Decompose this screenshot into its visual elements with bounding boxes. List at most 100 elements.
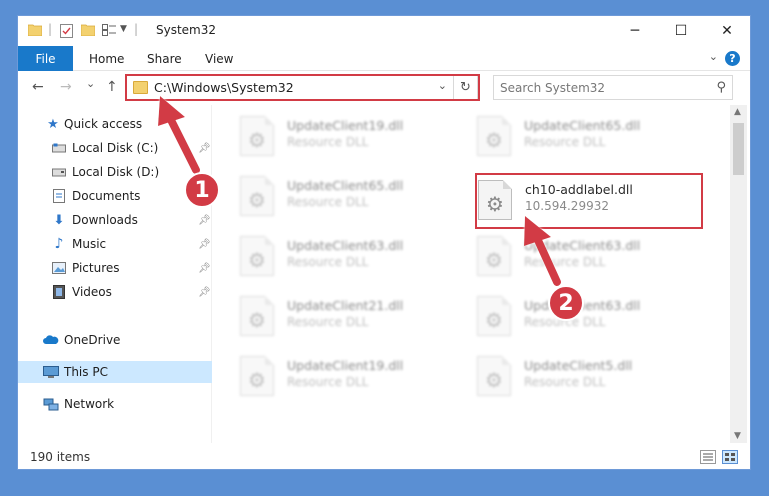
- cloud-icon: [43, 333, 59, 347]
- close-button[interactable]: ✕: [704, 16, 750, 46]
- scroll-down-icon[interactable]: ▼: [734, 431, 741, 441]
- pin-icon[interactable]: 📌︎: [198, 263, 211, 274]
- pin-icon[interactable]: 📌︎: [198, 143, 211, 154]
- scroll-thumb[interactable]: [733, 123, 744, 175]
- sidebar-item-label: Downloads: [72, 213, 138, 227]
- file-type: Resource DLL: [287, 315, 369, 329]
- sidebar-item-onedrive[interactable]: OneDrive: [18, 329, 212, 351]
- close-icon: ✕: [721, 23, 733, 39]
- large-icons-view-button[interactable]: [722, 450, 738, 464]
- minimize-button[interactable]: ─: [612, 16, 658, 46]
- file-name: UpdateClient65.dll: [524, 118, 641, 133]
- search-input[interactable]: Search System32: [500, 81, 605, 95]
- dll-file-icon: ⚙: [240, 116, 274, 156]
- sidebar-item-quick-access[interactable]: ★ Quick access: [18, 113, 212, 135]
- dll-file-icon: ⚙: [477, 116, 511, 156]
- sidebar-item-local-disk-c[interactable]: Local Disk (C:) 📌︎: [18, 137, 212, 159]
- item-count: 190 items: [30, 450, 91, 464]
- dll-file-icon: ⚙: [477, 356, 511, 396]
- pin-icon[interactable]: 📌︎: [198, 287, 211, 298]
- file-name: UpdateClient19.dll: [287, 358, 404, 373]
- maximize-icon: ☐: [674, 23, 688, 39]
- back-button[interactable]: ←: [32, 79, 44, 95]
- window-title: System32: [156, 23, 217, 37]
- tab-share[interactable]: Share: [147, 46, 182, 71]
- file-item[interactable]: ⚙ UpdateClient65.dll Resource DLL: [477, 111, 697, 161]
- sidebar-item-this-pc[interactable]: This PC: [18, 361, 212, 383]
- status-bar: 190 items: [18, 445, 750, 469]
- dll-file-icon: ⚙: [477, 236, 511, 276]
- sidebar-item-local-disk-d[interactable]: Local Disk (D:): [18, 161, 212, 183]
- sidebar-item-downloads[interactable]: ⬇ Downloads 📌︎: [18, 209, 212, 231]
- file-type: Resource DLL: [287, 135, 369, 149]
- file-item[interactable]: ⚙ UpdateClient21.dll Resource DLL: [240, 291, 460, 341]
- forward-button[interactable]: →: [60, 79, 72, 95]
- file-item[interactable]: ⚙ UpdateClient5.dll Resource DLL: [477, 351, 697, 401]
- tiles-view-icon: [725, 453, 735, 461]
- sidebar-item-label: Videos: [72, 285, 112, 299]
- file-type: Resource DLL: [524, 135, 606, 149]
- file-highlight: [475, 173, 703, 229]
- tab-view[interactable]: View: [205, 46, 233, 71]
- details-view-button[interactable]: [700, 450, 716, 464]
- file-item[interactable]: ⚙ UpdateClient63.dll Resource DLL: [477, 291, 697, 341]
- sidebar-item-label: Quick access: [64, 117, 143, 131]
- tab-file[interactable]: File: [18, 46, 73, 71]
- file-type: Resource DLL: [524, 255, 606, 269]
- file-item[interactable]: ⚙ UpdateClient65.dll Resource DLL: [240, 171, 460, 221]
- file-name: UpdateClient65.dll: [287, 178, 404, 193]
- file-type: Resource DLL: [287, 195, 369, 209]
- title-bar: | ▼ | System32 ─ ☐ ✕: [18, 16, 750, 46]
- address-bar-highlight: [125, 74, 480, 101]
- sidebar-item-network[interactable]: Network: [18, 393, 212, 415]
- sidebar-item-label: Pictures: [72, 261, 120, 275]
- sidebar-item-documents[interactable]: Documents 📌︎: [18, 185, 212, 207]
- computer-icon: [43, 365, 59, 379]
- separator-icon: |: [48, 22, 53, 36]
- file-list: ⚙ UpdateClient19.dll Resource DLL ⚙ Upda…: [215, 105, 731, 443]
- file-name: UpdateClient63.dll: [287, 238, 404, 253]
- sidebar-item-music[interactable]: ♪ Music 📌︎: [18, 233, 212, 255]
- search-box[interactable]: Search System32 ⚲: [493, 75, 733, 100]
- sidebar-item-label: Music: [72, 237, 107, 251]
- network-icon: [43, 397, 59, 411]
- new-folder-icon[interactable]: [81, 24, 95, 36]
- properties-icon[interactable]: [60, 24, 73, 38]
- sidebar-item-label: Network: [64, 397, 115, 411]
- drive-icon: [51, 141, 67, 155]
- file-item[interactable]: ⚙ UpdateClient63.dll Resource DLL: [240, 231, 460, 281]
- recent-locations-button[interactable]: ⌄: [86, 77, 95, 90]
- step-badge-2: 2: [548, 285, 584, 321]
- file-item[interactable]: ⚙ UpdateClient19.dll Resource DLL: [240, 351, 460, 401]
- pin-icon[interactable]: 📌︎: [198, 215, 211, 226]
- vertical-scrollbar[interactable]: ▲ ▼: [730, 105, 747, 443]
- dll-file-icon: ⚙: [240, 296, 274, 336]
- sidebar-item-label: Local Disk (C:): [72, 141, 159, 155]
- download-icon: ⬇: [53, 212, 65, 228]
- maximize-button[interactable]: ☐: [658, 16, 704, 46]
- dll-file-icon: ⚙: [240, 236, 274, 276]
- step-badge-1: 1: [184, 172, 220, 208]
- file-item[interactable]: ⚙ UpdateClient19.dll Resource DLL: [240, 111, 460, 161]
- drive-icon: [51, 165, 67, 179]
- file-type: Resource DLL: [524, 375, 606, 389]
- sidebar-item-label: This PC: [64, 365, 108, 379]
- pin-icon[interactable]: 📌︎: [198, 239, 211, 250]
- tab-home[interactable]: Home: [89, 46, 124, 71]
- file-type: Resource DLL: [287, 375, 369, 389]
- expand-ribbon-icon[interactable]: ⌄: [709, 50, 718, 63]
- up-button[interactable]: ↑: [106, 79, 118, 95]
- help-button[interactable]: ?: [725, 51, 740, 66]
- sidebar-item-pictures[interactable]: Pictures 📌︎: [18, 257, 212, 279]
- view-options-icon[interactable]: [102, 24, 116, 36]
- navigation-pane: ★ Quick access Local Disk (C:) 📌︎ Local …: [18, 105, 212, 443]
- videos-icon: [51, 285, 67, 299]
- search-icon: ⚲: [716, 80, 726, 95]
- file-name: UpdateClient5.dll: [524, 358, 633, 373]
- file-name: UpdateClient63.dll: [524, 238, 641, 253]
- scroll-up-icon[interactable]: ▲: [734, 107, 741, 117]
- quick-access-dropdown-icon[interactable]: ▼: [120, 24, 127, 34]
- file-item[interactable]: ⚙ UpdateClient63.dll Resource DLL: [477, 231, 697, 281]
- sidebar-item-videos[interactable]: Videos 📌︎: [18, 281, 212, 303]
- minimize-icon: ─: [630, 23, 640, 39]
